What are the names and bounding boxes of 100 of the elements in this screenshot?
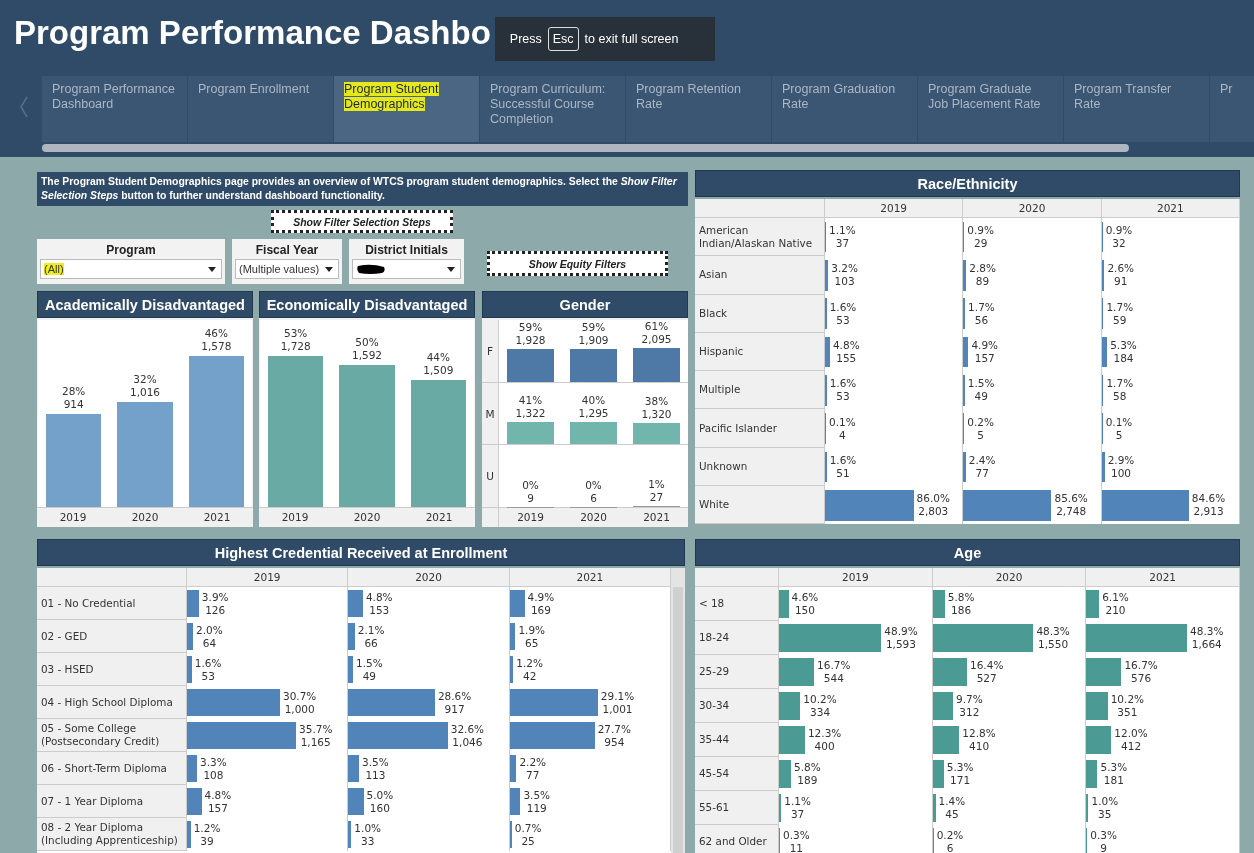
scrollbar-thumb[interactable] [42, 144, 1129, 152]
percent-label: 5.3% [946, 761, 974, 774]
percent-label: 3.5% [362, 755, 389, 769]
dashboard-tab[interactable]: Pr [1210, 76, 1254, 142]
row-label: American Indian/Alaskan Native [695, 218, 825, 257]
row-label: 02 - GED [37, 620, 187, 653]
dashboard-tab[interactable]: Program Retention Rate [626, 76, 771, 142]
percent-label: 86.0% [916, 492, 950, 506]
row-label: 07 - 1 Year Diploma [37, 785, 187, 818]
axis-label: 2021 [642, 510, 671, 525]
row-label: 06 - Short-Term Diploma [37, 752, 187, 785]
percent-label: 2.2% [519, 755, 547, 769]
count-label: 351 [1117, 706, 1138, 719]
percent-label: 38% [644, 395, 669, 409]
count-label: 1,046 [452, 735, 483, 749]
equity-filters-button[interactable]: Show Equity Filters [487, 251, 668, 276]
dashboard-tab[interactable]: Program Curriculum: Successful Course Completion [480, 76, 625, 142]
percent-label: 35.7% [299, 722, 333, 736]
dashboard-tab[interactable]: Program Student Demographics [334, 76, 479, 142]
row-label: 04 - High School Diploma [37, 686, 187, 719]
count-label: 6 [946, 842, 954, 853]
count-label: 186 [951, 604, 972, 617]
axis-label: 2020 [130, 510, 160, 525]
percent-label: 44% [426, 350, 450, 364]
count-label: 49 [362, 669, 376, 683]
percent-label: 0.2% [936, 829, 964, 842]
percent-label: 0% [585, 478, 602, 492]
column-header: 2019 [825, 199, 964, 218]
dashboard-tab[interactable]: Program Graduation Rate [772, 76, 917, 142]
panel-title: Highest Credential Received at Enrollment [37, 539, 685, 566]
column-header: 2019 [779, 568, 933, 587]
filter-dropdown[interactable] [352, 259, 461, 279]
count-label: 334 [810, 706, 831, 719]
count-label: 2,803 [918, 505, 949, 519]
percent-label: 0.7% [514, 821, 542, 835]
count-label: 53 [836, 390, 850, 404]
count-label: 5 [1115, 428, 1123, 442]
axis-label: 2019 [280, 510, 310, 525]
count-label: 29 [974, 237, 988, 251]
count-label: 1,928 [515, 334, 546, 347]
notice-text: Press [509, 32, 542, 46]
percent-label: 1.5% [355, 656, 383, 670]
row-label: 30-34 [695, 689, 779, 723]
percent-label: 2.6% [1107, 262, 1135, 276]
count-label: 914 [63, 397, 84, 411]
percent-label: 28.6% [437, 689, 472, 703]
percent-label: 0% [522, 478, 539, 492]
filter-dropdown[interactable]: (Multiple values) [235, 259, 339, 279]
percent-label: 1.5% [967, 377, 995, 391]
percent-label: 3.2% [831, 262, 858, 276]
count-label: 2,748 [1056, 505, 1087, 519]
count-label: 1,664 [1191, 638, 1222, 651]
count-label: 153 [369, 603, 390, 617]
count-label: 1,001 [602, 702, 633, 716]
percent-label: 2.4% [968, 453, 996, 467]
percent-label: 5.8% [947, 591, 975, 604]
percent-label: 6.1% [1102, 591, 1129, 604]
count-label: 9 [1100, 842, 1107, 853]
count-label: 100 [1111, 466, 1132, 480]
percent-label: 5.0% [366, 788, 394, 802]
count-label: 119 [526, 801, 547, 815]
percent-label: 32% [133, 373, 157, 387]
row-label: 18-24 [695, 621, 779, 655]
percent-label: 12.0% [1114, 727, 1148, 740]
count-label: 576 [1131, 672, 1152, 685]
percent-label: 1.7% [1106, 300, 1134, 314]
notice-text: to exit full screen [584, 32, 679, 46]
count-label: 150 [794, 604, 815, 617]
count-label: 1,322 [515, 406, 546, 420]
chevron-left-icon[interactable] [19, 96, 29, 118]
percent-label: 4.8% [204, 788, 232, 802]
count-label: 1,016 [129, 386, 160, 400]
filter-dropdown[interactable]: (All) [40, 259, 222, 279]
row-label: Hispanic [695, 332, 825, 372]
dashboard-tab[interactable]: Program Enrollment [188, 76, 333, 142]
dashboard-tab[interactable]: Program Graduate Job Placement Rate [918, 76, 1063, 142]
count-label: 1,000 [284, 702, 315, 716]
count-label: 5 [977, 428, 984, 442]
percent-label: 0.3% [1090, 829, 1117, 842]
count-label: 53 [836, 313, 850, 327]
filter-label: Fiscal Year [254, 242, 320, 258]
row-label: 55-61 [695, 791, 779, 825]
count-label: 544 [823, 672, 844, 685]
percent-label: 1.2% [193, 821, 221, 835]
percent-label: 0.1% [829, 415, 856, 429]
count-label: 917 [444, 702, 465, 716]
filter-steps-button[interactable]: Show Filter Selection Steps [271, 210, 453, 233]
row-label: 08 - 2 Year Diploma (Including Apprenticeship) [37, 818, 187, 851]
count-label: 312 [959, 706, 980, 719]
count-label: 65 [525, 636, 539, 650]
axis-label: 2020 [579, 510, 608, 525]
count-label: 1,578 [201, 339, 232, 353]
dashboard-tab[interactable]: Program Transfer Rate [1064, 76, 1209, 142]
count-label: 113 [365, 768, 386, 782]
percent-label: 59% [518, 321, 543, 334]
axis-label: 2021 [202, 510, 232, 525]
dashboard-tab[interactable]: Program Performance Dashboard [42, 76, 187, 142]
percent-label: 1.1% [784, 795, 811, 808]
count-label: 33 [361, 834, 375, 848]
count-label: 169 [530, 603, 551, 617]
